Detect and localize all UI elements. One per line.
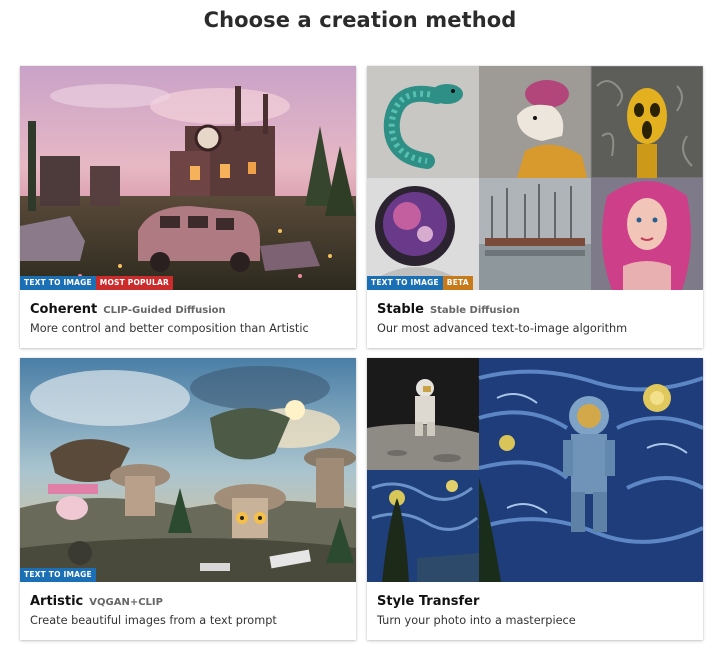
card-description: Turn your photo into a masterpiece	[377, 614, 576, 627]
card-title: Style Transfer	[377, 594, 480, 609]
card-description: Create beautiful images from a text prom…	[30, 614, 277, 627]
card-subtitle: Stable Diffusion	[429, 305, 520, 316]
style-transfer-preview-image	[367, 358, 703, 582]
beta-badge: BETA	[442, 276, 473, 290]
method-card-style-transfer[interactable]: Style Transfer Turn your photo into a ma…	[367, 358, 703, 640]
stable-preview-image: TEXT TO IMAGE BETA	[367, 66, 703, 290]
text-to-image-badge: TEXT TO IMAGE	[20, 276, 96, 290]
card-description: More control and better composition than…	[30, 322, 309, 335]
card-subtitle: CLIP-Guided Diffusion	[103, 305, 226, 316]
coherent-preview-image: TEXT TO IMAGE MOST POPULAR	[20, 66, 356, 290]
card-subtitle: VQGAN+CLIP	[89, 597, 163, 608]
card-title: Coherent	[30, 302, 98, 317]
card-title: Stable	[377, 302, 424, 317]
artistic-preview-image: TEXT TO IMAGE	[20, 358, 356, 582]
method-card-coherent[interactable]: TEXT TO IMAGE MOST POPULAR Coherent CLIP…	[20, 66, 356, 348]
method-card-stable[interactable]: TEXT TO IMAGE BETA Stable Stable Diffusi…	[367, 66, 703, 348]
most-popular-badge: MOST POPULAR	[95, 276, 173, 290]
page-title: Choose a creation method	[203, 8, 517, 32]
artistic-badges: TEXT TO IMAGE	[20, 568, 96, 582]
coherent-badges: TEXT TO IMAGE MOST POPULAR	[20, 276, 173, 290]
stable-badges: TEXT TO IMAGE BETA	[367, 276, 473, 290]
card-description: Our most advanced text-to-image algorith…	[377, 322, 628, 335]
method-card-artistic[interactable]: TEXT TO IMAGE Artistic VQGAN+CLIP Create…	[20, 358, 356, 640]
card-title: Artistic	[30, 594, 84, 609]
text-to-image-badge: TEXT TO IMAGE	[367, 276, 443, 290]
text-to-image-badge: TEXT TO IMAGE	[20, 568, 96, 582]
